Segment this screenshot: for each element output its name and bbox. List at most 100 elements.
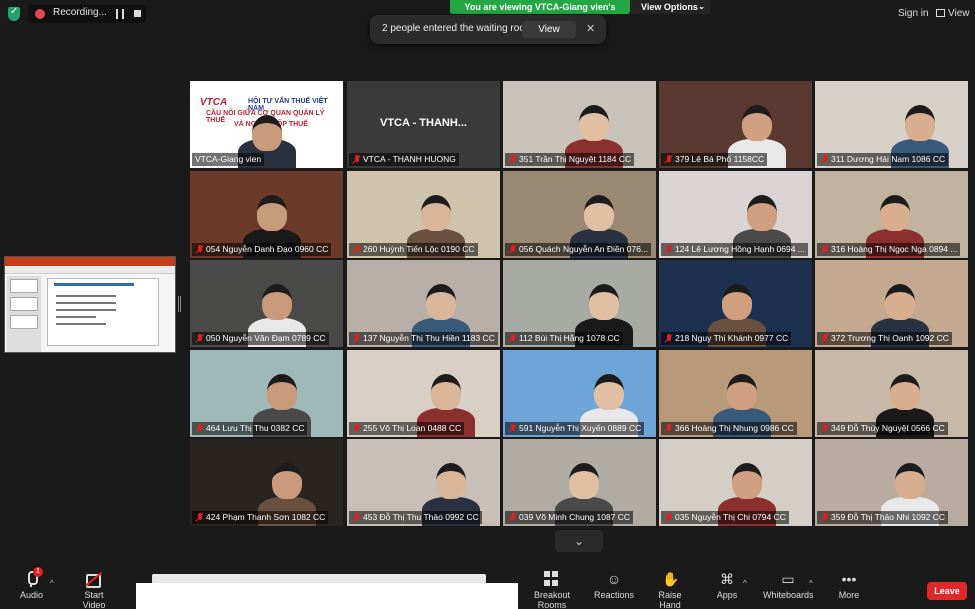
participant-name: 260 Huỳnh Tiến Lộc 0190 CC <box>363 244 475 254</box>
participant-face <box>421 195 451 231</box>
participant-name: 359 Đỗ Thị Thảo Nhi 1092 CC <box>831 512 946 522</box>
muted-microphone-icon <box>509 424 517 433</box>
muted-microphone-icon <box>196 424 204 433</box>
recording-indicator: Recording... <box>28 5 146 23</box>
participant-name-plate: 453 Đỗ Thị Thu Thảo 0992 CC <box>349 511 482 524</box>
participant-face <box>569 463 599 499</box>
participant-tile[interactable]: 316 Hoàng Thị Ngọc Nga 0894 ... <box>815 171 968 258</box>
participant-tile[interactable]: VTCA HỘI TƯ VẤN THUẾ VIỆT NAM CẦU NỐI GIỮA… <box>190 81 343 168</box>
apps-label: Apps <box>716 590 738 600</box>
participant-name: 218 Nguy Thị Khánh 0977 CC <box>675 333 789 343</box>
participant-tile[interactable]: VTCA - THANH... VTCA - THANH HUONG <box>347 81 500 168</box>
participant-tile[interactable]: 218 Nguy Thị Khánh 0977 CC <box>659 260 812 347</box>
audio-button[interactable]: 1 Audio <box>20 567 43 600</box>
participant-tile[interactable]: 137 Nguyễn Thị Thu Hiền 1183 CC <box>347 260 500 347</box>
participant-tile[interactable]: 359 Đỗ Thị Thảo Nhi 1092 CC <box>815 439 968 526</box>
participant-name: 124 Lê Lương Hồng Hạnh 0694 ... <box>675 244 805 254</box>
participant-face <box>885 284 915 320</box>
security-shield-icon[interactable] <box>8 6 20 21</box>
participant-name-plate: 366 Hoàng Thị Nhung 0986 CC <box>661 422 797 435</box>
participant-name: 424 Phạm Thanh Sơn 1082 CC <box>206 512 326 522</box>
shared-screen-thumbnail[interactable] <box>4 256 176 353</box>
participant-tile[interactable]: 591 Nguyễn Thị Xuyến 0889 CC <box>503 350 656 437</box>
muted-microphone-icon <box>509 334 517 343</box>
participant-name-plate: 591 Nguyễn Thị Xuyến 0889 CC <box>505 422 645 435</box>
participant-gallery: VTCA HỘI TƯ VẤN THUẾ VIỆT NAM CẦU NỐI GIỮA… <box>190 81 968 528</box>
participant-tile[interactable]: 124 Lê Lương Hồng Hạnh 0694 ... <box>659 171 812 258</box>
participant-tile[interactable]: 260 Huỳnh Tiến Lộc 0190 CC <box>347 171 500 258</box>
participant-name-plate: VTCA - THANH HUONG <box>349 153 459 166</box>
more-button[interactable]: ••• More <box>837 571 861 600</box>
apps-button[interactable]: ⌘ Apps <box>715 571 739 600</box>
whiteboards-options-caret-icon[interactable]: ^ <box>809 579 813 588</box>
waiting-room-view-button[interactable]: View <box>522 21 576 38</box>
participant-name-plate: 124 Lê Lương Hồng Hạnh 0694 ... <box>661 243 808 256</box>
participant-name: 112 Bùi Thị Hằng 1078 CC <box>519 333 620 343</box>
view-options-menu[interactable]: View Options ⌄ <box>631 0 711 14</box>
waiting-room-notification: 2 people entered the waiting room View ✕ <box>370 15 606 44</box>
participant-name-plate: 054 Nguyễn Danh Đạo 0960 CC <box>192 243 332 256</box>
pause-recording-icon[interactable] <box>116 9 124 19</box>
participant-name-plate: 349 Đỗ Thúy Nguyệt 0566 CC <box>817 422 948 435</box>
more-dots-icon: ••• <box>841 571 857 587</box>
participant-name-plate: 112 Bùi Thị Hằng 1078 CC <box>505 332 623 345</box>
participant-name: 255 Võ Thị Loan 0488 CC <box>363 423 462 433</box>
muted-microphone-icon <box>353 155 361 164</box>
participant-face <box>431 374 461 410</box>
muted-microphone-icon <box>509 513 517 522</box>
participant-tile[interactable]: 372 Trương Thị Oanh 1092 CC <box>815 260 968 347</box>
breakout-rooms-icon <box>544 571 560 587</box>
scroll-down-chevron-icon[interactable]: ⌄ <box>555 530 603 552</box>
participant-face <box>584 195 614 231</box>
participant-tile[interactable]: 050 Nguyễn Văn Đạm 0789 CC <box>190 260 343 347</box>
slide-panel <box>7 276 41 352</box>
muted-microphone-icon <box>353 513 361 522</box>
leave-button[interactable]: Leave <box>927 582 967 600</box>
raise-hand-button[interactable]: ✋ Raise Hand <box>648 571 692 609</box>
breakout-rooms-button[interactable]: Breakout Rooms <box>521 571 583 609</box>
panel-resize-handle[interactable] <box>178 296 181 312</box>
powerpoint-ribbon <box>5 257 175 266</box>
whiteboards-label: Whiteboards <box>763 590 814 600</box>
participant-name-plate: 218 Nguy Thị Khánh 0977 CC <box>661 332 792 345</box>
participant-name: 054 Nguyễn Danh Đạo 0960 CC <box>206 244 329 254</box>
waiting-room-text: 2 people entered the waiting room <box>382 23 534 34</box>
view-button[interactable]: View <box>936 8 970 19</box>
start-video-button[interactable]: Start Video <box>72 571 116 609</box>
chevron-down-icon: ⌄ <box>698 2 705 11</box>
participant-tile[interactable]: 039 Võ Minh Chung 1087 CC <box>503 439 656 526</box>
sign-in-link[interactable]: Sign in <box>898 8 929 19</box>
participant-tile[interactable]: 366 Hoàng Thị Nhung 0986 CC <box>659 350 812 437</box>
screen-share-banner: You are viewing VTCA-Giang vien's screen <box>450 0 630 26</box>
reactions-button[interactable]: ☺ Reactions <box>594 571 634 600</box>
reactions-label: Reactions <box>594 590 635 600</box>
participant-tile[interactable]: 464 Lưu Thị Thu 0382 CC <box>190 350 343 437</box>
participant-tile[interactable]: 112 Bùi Thị Hằng 1078 CC <box>503 260 656 347</box>
participant-tile[interactable]: 035 Nguyễn Thị Chi 0794 CC <box>659 439 812 526</box>
participant-tile[interactable]: 311 Dương Hải Nam 1086 CC <box>815 81 968 168</box>
participant-name-plate: 311 Dương Hải Nam 1086 CC <box>817 153 949 166</box>
participant-face <box>732 463 762 499</box>
participant-face <box>589 284 619 320</box>
participant-name-plate: 035 Nguyễn Thị Chi 0794 CC <box>661 511 789 524</box>
stop-recording-icon[interactable] <box>134 10 141 17</box>
slide-text-line <box>56 302 116 304</box>
participant-face <box>890 374 920 410</box>
participant-tile[interactable]: 424 Phạm Thanh Sơn 1082 CC <box>190 439 343 526</box>
participant-tile[interactable]: 349 Đỗ Thúy Nguyệt 0566 CC <box>815 350 968 437</box>
muted-microphone-icon <box>509 245 517 254</box>
participant-name: 453 Đỗ Thị Thu Thảo 0992 CC <box>363 512 479 522</box>
participant-name-plate: 137 Nguyễn Thị Thu Hiền 1183 CC <box>349 332 498 345</box>
close-icon[interactable]: ✕ <box>586 22 595 35</box>
participant-tile[interactable]: 056 Quách Nguyễn An Điền 076... <box>503 171 656 258</box>
participant-tile[interactable]: 351 Trần Thị Nguyệt 1184 CC <box>503 81 656 168</box>
hand-icon: ✋ <box>662 571 680 587</box>
apps-options-caret-icon[interactable]: ^ <box>743 579 747 588</box>
participant-tile[interactable]: 255 Võ Thị Loan 0488 CC <box>347 350 500 437</box>
participant-tile[interactable]: 453 Đỗ Thị Thu Thảo 0992 CC <box>347 439 500 526</box>
participant-tile[interactable]: 379 Lê Bá Phố 1158CC <box>659 81 812 168</box>
participant-tile[interactable]: 054 Nguyễn Danh Đạo 0960 CC <box>190 171 343 258</box>
audio-options-caret-icon[interactable]: ^ <box>50 579 54 588</box>
whiteboards-button[interactable]: ▭ Whiteboards <box>763 571 814 600</box>
muted-microphone-icon <box>196 513 204 522</box>
